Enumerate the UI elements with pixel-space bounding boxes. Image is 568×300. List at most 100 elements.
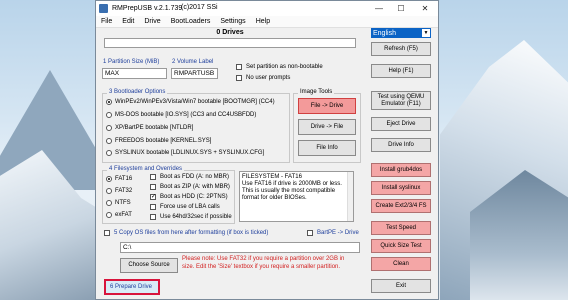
bootloader-option-ntldr[interactable]: XP/BartPE bootable [NTLDR] [106,125,193,131]
create-ext-fs-button[interactable]: Create Ext2/3/4 FS [371,199,431,213]
fs-fat16-radio[interactable]: FAT16 [106,176,132,182]
menu-drive[interactable]: Drive [139,18,165,25]
checkbox-box [236,75,242,81]
filesystem-info-box[interactable]: FILESYSTEM - FAT16 Use FAT16 if drive is… [239,171,354,222]
window-title: RMPrepUSB v.2.1.739 [112,5,183,12]
drive-list[interactable] [104,38,356,48]
language-value: English [373,29,396,37]
checkbox-box [150,204,156,210]
test-speed-button[interactable]: Test Speed [371,221,431,235]
partition-size-input[interactable]: MAX [102,68,167,79]
bootloader-option-label: XP/BartPE bootable [NTLDR] [115,125,194,131]
bootloader-option-label: SYSLINUX bootable [LDLINUX.SYS + SYSLINU… [115,150,265,156]
app-icon [99,4,108,13]
partition-size-label: 1 Partition Size (MiB) [103,59,160,65]
choose-source-button[interactable]: Choose Source [120,258,178,273]
prepare-drive-button[interactable]: 6 Prepare Drive [104,279,160,295]
volume-label-label: 2 Volume Label [172,59,214,65]
fs-option-label: exFAT [115,212,132,218]
menu-file[interactable]: File [96,18,117,25]
boot-as-hdd-checkbox[interactable]: Boot as HDD (C: 2PTNS) [150,194,228,200]
bootloader-option-bootmgr[interactable]: WinPEv2/WinPEv3/Vista/Win7 bootable [BOO… [106,99,275,105]
bootloader-option-label: FREEDOS bootable [KERNEL.SYS] [115,138,212,144]
override-label: Boot as HDD (C: 2PTNS) [160,194,228,200]
override-label: Force use of LBA calls [160,204,220,210]
menu-bar: File Edit Drive BootLoaders Settings Hel… [96,16,438,28]
non-bootable-label: Set partition as non-bootable [246,64,323,70]
override-label: Boot as FDD (A: no MBR) [160,174,230,180]
checkbox-box [104,230,110,236]
drives-count-label: 0 Drives [216,29,244,36]
fs-fat32-radio[interactable]: FAT32 [106,188,132,194]
title-bar: RMPrepUSB v.2.1.739 (c)2017 SSi — ☐ ✕ [96,1,438,16]
menu-help[interactable]: Help [251,18,275,25]
radio-dot [106,200,112,206]
quick-size-test-button[interactable]: Quick Size Test [371,239,431,253]
override-label: Use 64hd/32sec if possible [160,214,232,220]
exit-button[interactable]: Exit [371,279,431,293]
radio-dot [106,112,112,118]
checkbox-box [150,174,156,180]
checkbox-box [307,230,313,236]
menu-bootloaders[interactable]: BootLoaders [166,18,216,25]
bootloader-option-label: WinPEv2/WinPEv3/Vista/Win7 bootable [BOO… [115,99,275,105]
fs-option-label: FAT32 [115,188,133,194]
filesystem-title: 4 Filesystem and Overrides [107,166,185,172]
close-button[interactable]: ✕ [412,1,438,16]
minimize-button[interactable]: — [368,1,390,16]
bootloader-option-msdos[interactable]: MS-DOS bootable [IO.SYS] (CC3 and CC4USB… [106,112,256,118]
bartpe-label: BartPE -> Drive [317,230,359,236]
install-grub4dos-button[interactable]: Install grub4dos [371,163,431,177]
non-bootable-checkbox[interactable]: Set partition as non-bootable [236,64,323,70]
drive-info-button[interactable]: Drive Info [371,138,431,152]
filesystem-info-text: FILESYSTEM - FAT16 Use FAT16 if drive is… [242,174,342,201]
copy-os-label: 5 Copy OS files from here after formatti… [114,230,269,236]
no-prompts-label: No user prompts [246,75,291,81]
boot-as-fdd-checkbox[interactable]: Boot as FDD (A: no MBR) [150,174,229,180]
help-button[interactable]: Help (F1) [371,64,431,78]
window-copyright: (c)2017 SSi [181,4,218,11]
force-lba-checkbox[interactable]: Force use of LBA calls [150,204,220,210]
radio-dot [106,212,112,218]
radio-dot [106,176,112,182]
install-syslinux-button[interactable]: Install syslinux [371,181,431,195]
checkbox-box [150,194,156,200]
radio-dot [106,150,112,156]
checkbox-box [150,214,156,220]
bootloader-title: 3 Bootloader Options [107,89,168,95]
test-qemu-button[interactable]: Test using QEMU Emulator (F11) [371,91,431,110]
fs-exfat-radio[interactable]: exFAT [106,212,132,218]
refresh-button[interactable]: Refresh (F5) [371,42,431,56]
radio-dot [106,188,112,194]
boot-as-zip-checkbox[interactable]: Boot as ZIP (A: with MBR) [150,184,230,190]
bootloader-option-freedos[interactable]: FREEDOS bootable [KERNEL.SYS] [106,138,211,144]
image-tools-title: Image Tools [298,89,335,95]
radio-dot [106,138,112,144]
bartpe-checkbox[interactable]: BartPE -> Drive [307,230,359,236]
maximize-button[interactable]: ☐ [390,1,412,16]
checkbox-box [236,64,242,70]
eject-drive-button[interactable]: Eject Drive [371,117,431,131]
chevron-down-icon: ▼ [422,29,430,37]
drive-to-file-button[interactable]: Drive -> File [298,119,356,135]
volume-label-input[interactable]: RMPARTUSB [171,68,218,79]
fs-ntfs-radio[interactable]: NTFS [106,200,131,206]
info-scrollbar[interactable] [347,172,353,221]
no-prompts-checkbox[interactable]: No user prompts [236,75,290,81]
radio-dot [106,99,112,105]
file-info-button[interactable]: File Info [298,140,356,156]
clean-button[interactable]: Clean [371,257,431,271]
fat32-note: Please note: Use FAT32 if you require a … [182,256,345,270]
source-path-input[interactable]: C:\ [120,242,360,253]
bootloader-option-label: MS-DOS bootable [IO.SYS] (CC3 and CC4USB… [115,112,257,118]
menu-edit[interactable]: Edit [117,18,139,25]
copy-os-checkbox[interactable]: 5 Copy OS files from here after formatti… [104,230,268,236]
use-64hd-checkbox[interactable]: Use 64hd/32sec if possible [150,214,232,220]
language-select[interactable]: English ▼ [371,28,431,38]
menu-settings[interactable]: Settings [215,18,250,25]
override-label: Boot as ZIP (A: with MBR) [160,184,230,190]
bootloader-option-syslinux[interactable]: SYSLINUX bootable [LDLINUX.SYS + SYSLINU… [106,150,264,156]
file-to-drive-button[interactable]: File -> Drive [298,98,356,114]
radio-dot [106,125,112,131]
fs-option-label: FAT16 [115,176,133,182]
